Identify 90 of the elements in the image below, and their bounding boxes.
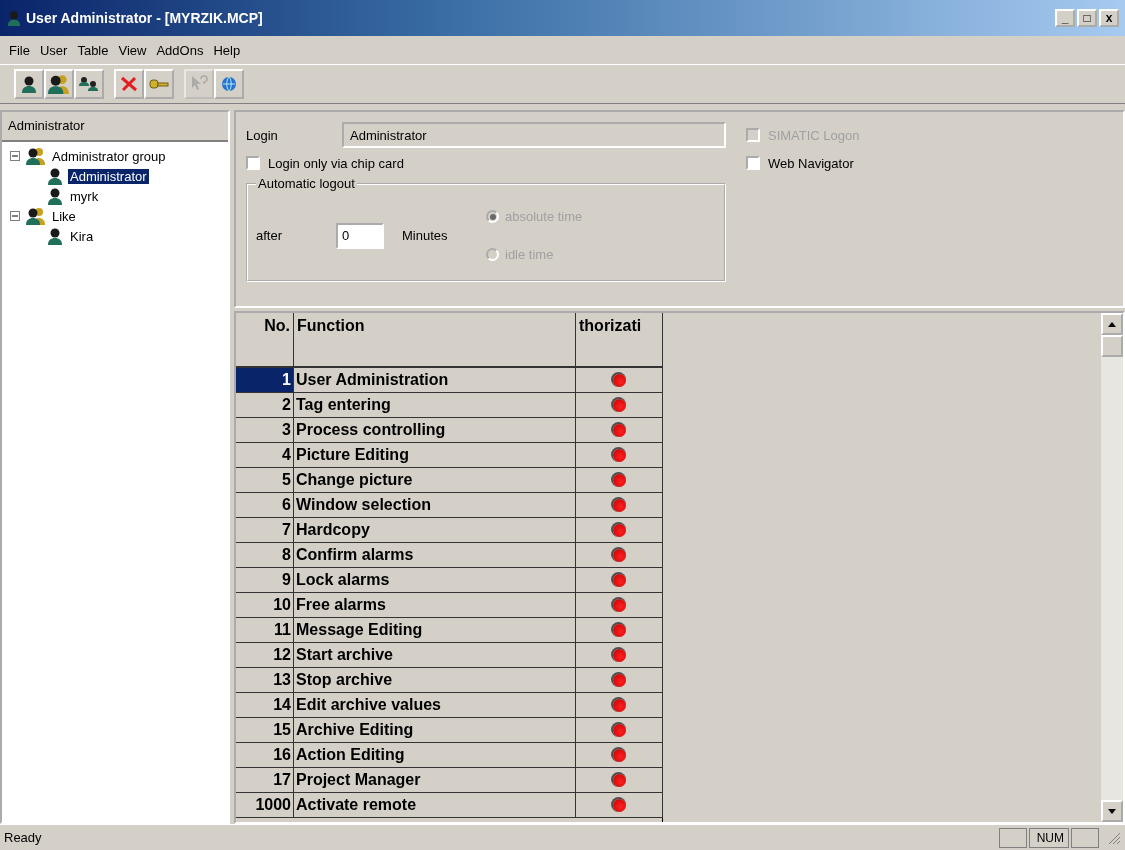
group-icon [26, 146, 46, 166]
row-number[interactable]: 13 [236, 668, 294, 693]
scrollbar[interactable] [1101, 313, 1123, 822]
tree-item[interactable]: Administrator group [50, 148, 168, 164]
after-label: after [256, 228, 283, 243]
menu-item[interactable]: Help [208, 42, 246, 58]
login-label: Login [246, 127, 279, 143]
table-cell: Process controlling [294, 418, 576, 443]
user-icon [46, 167, 64, 185]
checkbox[interactable] [246, 156, 260, 170]
table-cell: Activate remote [294, 793, 576, 818]
row-number[interactable]: 5 [236, 468, 294, 493]
table-cell: User Administration [294, 368, 576, 393]
table-cell: Action Editing [294, 743, 576, 768]
row-number[interactable]: 16 [236, 743, 294, 768]
help-icon [190, 75, 208, 93]
menu-item[interactable]: User [34, 42, 73, 58]
table-cell: Hardcopy [294, 518, 576, 543]
user-icon [46, 187, 64, 205]
table-cell: Message Editing [294, 618, 576, 643]
toolbar-button[interactable] [14, 69, 44, 99]
row-number[interactable]: 10 [236, 593, 294, 618]
row-number[interactable]: 14 [236, 693, 294, 718]
row-number[interactable]: 17 [236, 768, 294, 793]
checkbox-label: Web Navigator [768, 155, 854, 171]
delete-icon [120, 76, 138, 92]
close-button[interactable]: x [1099, 9, 1119, 27]
maximize-button[interactable]: □ [1077, 9, 1097, 27]
menu-item[interactable]: File [4, 42, 35, 58]
scroll-thumb[interactable] [1101, 335, 1123, 357]
menu-item[interactable]: View [113, 42, 152, 58]
row-number[interactable]: 4 [236, 443, 294, 468]
column-header: thorizati [576, 313, 663, 368]
status-text: Ready [4, 830, 43, 845]
row-number[interactable]: 6 [236, 493, 294, 518]
table-cell: Stop archive [294, 668, 576, 693]
table-cell: Archive Editing [294, 718, 576, 743]
minimize-button[interactable]: _ [1055, 9, 1075, 27]
table-cell: Tag entering [294, 393, 576, 418]
row-number[interactable]: 12 [236, 643, 294, 668]
toolbar-button[interactable] [44, 69, 74, 99]
table-cell: Window selection [294, 493, 576, 518]
resize-grip-icon [1107, 830, 1121, 845]
row-number[interactable]: 2 [236, 393, 294, 418]
users-icon [79, 76, 99, 92]
row-number[interactable]: 11 [236, 618, 294, 643]
row-number[interactable]: 1000 [236, 793, 294, 818]
scroll-down-icon[interactable] [1108, 808, 1116, 814]
table-cell: Confirm alarms [294, 543, 576, 568]
table-cell: Free alarms [294, 593, 576, 618]
table-cell: Lock alarms [294, 568, 576, 593]
status-pane [1071, 827, 1099, 848]
login-field[interactable]: Administrator [342, 122, 726, 148]
checkbox-label: Login only via chip card [268, 155, 404, 171]
row-number[interactable]: 7 [236, 518, 294, 543]
row-number[interactable]: 8 [236, 543, 294, 568]
tree-item[interactable]: Administrator [68, 168, 149, 184]
row-number[interactable]: 1 [236, 368, 294, 393]
window-title: User Administrator - [MYRZIK.MCP] [26, 10, 264, 26]
group-icon [26, 206, 46, 226]
status-pane [999, 827, 1027, 848]
minutes-label: Minutes [402, 228, 448, 243]
user-icon [20, 75, 38, 93]
menu-item[interactable]: AddOns [151, 42, 209, 58]
scroll-up-icon[interactable] [1108, 321, 1116, 327]
row-number[interactable]: 3 [236, 418, 294, 443]
app-icon [6, 10, 22, 26]
table-cell: Picture Editing [294, 443, 576, 468]
key-icon [149, 79, 169, 89]
table-cell: Change picture [294, 468, 576, 493]
group-icon [48, 73, 70, 95]
collapse-toggle[interactable] [10, 151, 20, 161]
group-title: Automatic logout [257, 176, 356, 191]
user-icon [46, 227, 64, 245]
collapse-toggle[interactable] [10, 211, 20, 221]
menu-item[interactable]: Table [72, 42, 114, 58]
row-number[interactable]: 9 [236, 568, 294, 593]
table-cell: Project Manager [294, 768, 576, 793]
checkbox[interactable] [746, 156, 760, 170]
globe-icon [220, 75, 238, 93]
table-cell: Start archive [294, 643, 576, 668]
table-cell: Edit archive values [294, 693, 576, 718]
column-header: Function [294, 313, 576, 368]
status-indicator: NUM [1029, 827, 1069, 848]
tree-item[interactable]: myrk [68, 188, 101, 204]
tree-item[interactable]: Like [50, 208, 78, 224]
toolbar-button[interactable] [74, 69, 104, 99]
minutes-field[interactable]: 0 [336, 222, 384, 249]
row-number[interactable]: 15 [236, 718, 294, 743]
tree-item[interactable]: Kira [68, 228, 96, 244]
